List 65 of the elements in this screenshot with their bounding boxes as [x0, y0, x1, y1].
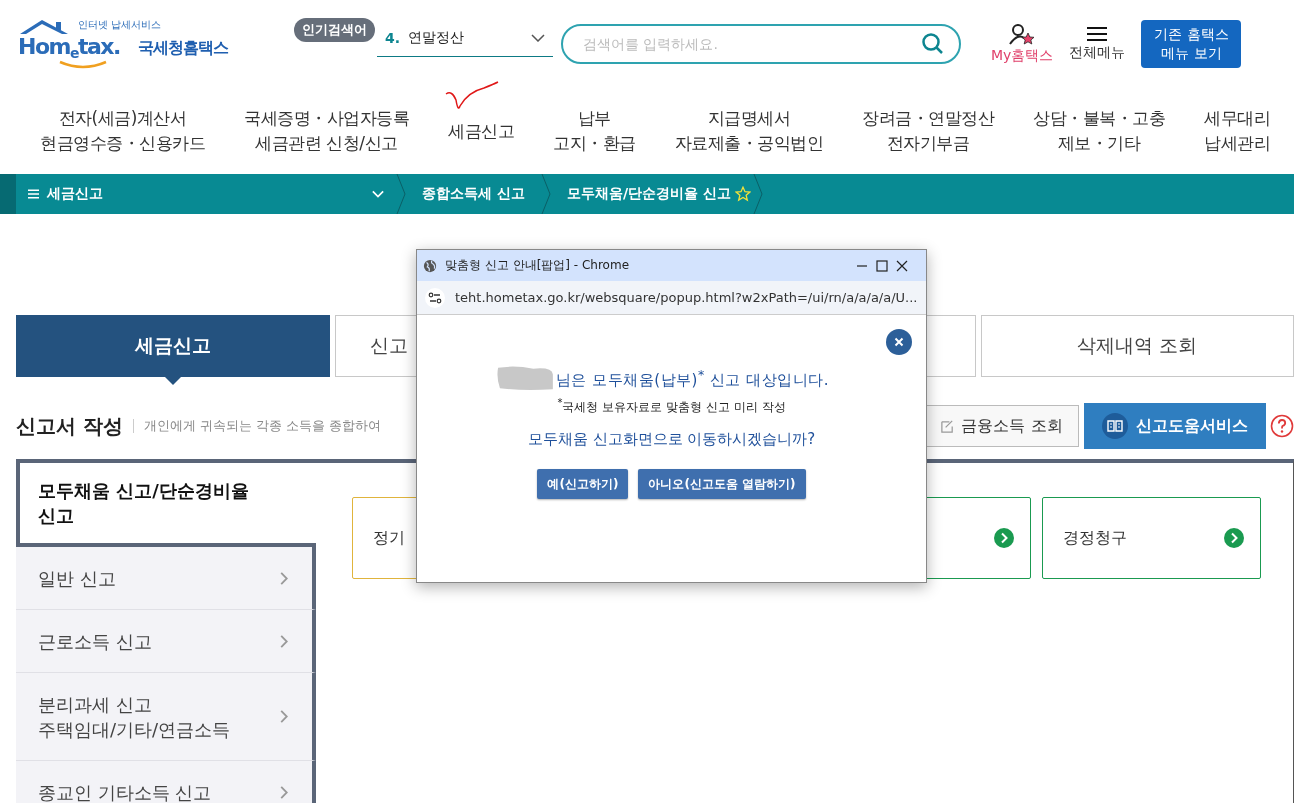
chevron-right-icon: [280, 785, 288, 799]
chevron-down-icon: [531, 34, 545, 42]
tab[interactable]: 삭제내역 조회: [980, 315, 1294, 377]
all-menu-button[interactable]: 전체메뉴: [1069, 26, 1126, 62]
user-star-icon: [1009, 23, 1036, 45]
filing-card[interactable]: 경정청구: [1042, 497, 1261, 579]
popular-search-select[interactable]: 4. 연말정산: [377, 20, 553, 57]
house-logo-icon: [20, 20, 68, 34]
popup-question: 모두채움 신고화면으로 이동하시겠습니까?: [527, 430, 816, 449]
main-menu-item[interactable]: 상담・불복・고충 제보・기타: [1033, 106, 1165, 156]
star-icon[interactable]: [734, 186, 751, 202]
maximize-icon[interactable]: [876, 259, 888, 272]
main-menu-item[interactable]: 세금신고: [448, 118, 514, 144]
window-title: 맞춤형 신고 안내[팝업] - Chrome: [445, 257, 630, 274]
main-menu-item[interactable]: 세무대리 납세관리: [1204, 106, 1270, 156]
section-description: 개인에게 귀속되는 각종 소득을 종합하여: [143, 417, 382, 435]
menu-icon: [1086, 26, 1109, 42]
close-icon[interactable]: [896, 259, 908, 272]
arrow-circle-icon: [1224, 528, 1244, 548]
main-menu-item[interactable]: 지급명세서 자료제출・공익법인: [674, 106, 823, 156]
main-menu-item[interactable]: 전자(세금)계산서 현금영수증・신용카드: [40, 106, 205, 156]
chevron-right-icon: [280, 571, 288, 585]
arrow-circle-icon: [994, 528, 1014, 548]
chevron-right-icon: [280, 710, 288, 723]
logo-tagline: 인터넷 납세서비스: [78, 18, 162, 32]
tab-pointer: [163, 376, 182, 385]
main-menu-item[interactable]: 국세증명・사업자등록 세금관련 신청/신고: [244, 106, 409, 156]
filing-help-button[interactable]: 신고도움서비스: [1084, 403, 1266, 449]
popup-note: $^{*}$국세청 보유자료로 맞춤형 신고 미리 작성: [557, 397, 786, 416]
smile-curve-icon: [58, 60, 108, 70]
breadcrumb-separator-icon: [752, 174, 763, 214]
sidebar-item[interactable]: 일반 신고: [16, 547, 316, 610]
section-title: 신고서 작성: [16, 412, 123, 440]
chevron-right-icon: [280, 634, 288, 648]
search-bar[interactable]: 검색어를 입력하세요.: [561, 24, 961, 64]
book-icon: [1102, 413, 1128, 439]
sidebar-item[interactable]: 종교인 기타소득 신고: [16, 761, 316, 803]
my-hometax-link[interactable]: My홈택스: [991, 23, 1054, 65]
search-icon[interactable]: [921, 32, 945, 56]
breadcrumb-link[interactable]: 종합소득세 신고: [406, 185, 541, 203]
popular-search-badge: 인기검색어: [294, 18, 375, 42]
confirm-button[interactable]: 예(신고하기): [537, 469, 629, 499]
checkbox-edit-icon: [940, 418, 956, 434]
sidebar-item[interactable]: 근로소득 신고: [16, 610, 316, 673]
decline-button[interactable]: 아니오(신고도움 열람하기): [638, 469, 806, 499]
chevron-down-icon: [372, 190, 384, 198]
breadcrumb-menu-select[interactable]: 세금신고: [16, 185, 396, 203]
help-icon[interactable]: [1270, 414, 1294, 438]
legacy-menu-button[interactable]: 기존 홈택스 메뉴 보기: [1141, 20, 1242, 68]
sidebar-item[interactable]: 분리과세 신고 주택임대/기타/연금소득: [16, 673, 316, 761]
breadcrumb-separator-icon: [396, 174, 406, 214]
main-menu-item[interactable]: 장려금・연말정산 전자기부금: [862, 106, 994, 156]
financial-income-button[interactable]: 금융소득 조회: [924, 405, 1079, 447]
breadcrumb-link[interactable]: 모두채움/단순경비율 신고: [550, 185, 747, 203]
sidebar-item[interactable]: 모두채움 신고/단순경비율 신고: [16, 459, 316, 547]
logo-wordmark[interactable]: Hom$_{e}$tax.: [18, 34, 120, 66]
logo-name[interactable]: 국세청홈택스: [138, 38, 228, 59]
breadcrumb-separator-icon: [540, 174, 551, 214]
bar-edge-strip: [0, 174, 16, 214]
popup-message: 님은 모두채움(납부)$^{*}$ 신고 대상입니다.: [555, 366, 829, 390]
site-settings-icon[interactable]: [425, 287, 445, 308]
main-menu-item[interactable]: 납부 고지・환급: [553, 106, 636, 156]
close-icon[interactable]: [886, 329, 912, 355]
menu-icon: [28, 189, 39, 199]
globe-icon: [423, 258, 437, 273]
